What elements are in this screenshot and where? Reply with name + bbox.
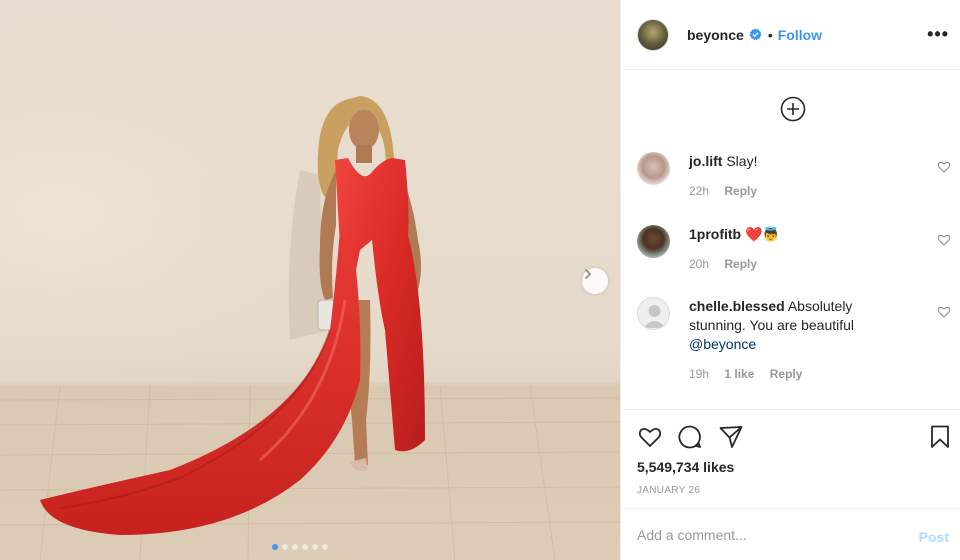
heart-icon[interactable] (637, 424, 663, 450)
carousel-dot (322, 544, 328, 550)
photo-illustration (0, 0, 620, 560)
heart-icon[interactable] (937, 233, 951, 247)
comment-likes-button[interactable]: 1 like (724, 367, 754, 381)
mention-link[interactable]: @beyonce (689, 336, 756, 352)
heart-icon[interactable] (937, 305, 951, 319)
author-avatar[interactable] (637, 18, 669, 51)
like-count[interactable]: 5,549,734 likes (637, 459, 734, 475)
more-options-button[interactable]: ••• (927, 24, 949, 45)
comment-input[interactable] (637, 527, 897, 543)
commenter-avatar[interactable] (637, 297, 670, 330)
comment-time: 22h (689, 184, 710, 198)
verified-badge-icon (749, 28, 762, 41)
comment-text: ❤️👼 (745, 226, 780, 242)
carousel-next-button[interactable] (582, 268, 608, 294)
paper-plane-icon[interactable] (718, 424, 744, 450)
comment-bubble-icon[interactable] (677, 424, 703, 450)
heart-icon[interactable] (937, 160, 951, 174)
follow-button[interactable]: Follow (778, 27, 822, 43)
comment-time: 20h (689, 257, 710, 271)
post-actions: 5,549,734 likes JANUARY 26 Post (621, 409, 960, 559)
comment-text: Slay! (726, 153, 758, 169)
post-sidebar: beyonce • Follow ••• jo.lift Slay! 22h R… (620, 0, 960, 560)
author-username[interactable]: beyonce (687, 27, 744, 43)
carousel-dot (272, 544, 278, 550)
reply-button[interactable]: Reply (770, 367, 803, 381)
carousel-dot (292, 544, 298, 550)
bookmark-icon[interactable] (927, 424, 953, 450)
carousel-indicator (272, 544, 328, 550)
plus-circle-icon[interactable] (780, 96, 806, 122)
default-avatar-icon (643, 305, 666, 328)
chevron-right-icon (585, 269, 592, 279)
post-photo (0, 0, 620, 560)
comment-time: 19h (689, 367, 710, 381)
post-header: beyonce • Follow ••• (621, 0, 960, 70)
commenter-username[interactable]: chelle.blessed (689, 298, 785, 314)
carousel-dot (302, 544, 308, 550)
commenter-avatar[interactable] (637, 152, 670, 185)
post-comment-button[interactable]: Post (919, 529, 949, 545)
comment-composer: Post (621, 508, 960, 560)
commenter-username[interactable]: jo.lift (689, 153, 722, 169)
carousel-dot (282, 544, 288, 550)
header-separator: • (767, 26, 773, 43)
post-date: JANUARY 26 (637, 485, 701, 496)
reply-button[interactable]: Reply (724, 257, 757, 271)
carousel-dot (312, 544, 318, 550)
commenter-username[interactable]: 1profitb (689, 226, 741, 242)
reply-button[interactable]: Reply (724, 184, 757, 198)
commenter-avatar[interactable] (637, 225, 670, 258)
